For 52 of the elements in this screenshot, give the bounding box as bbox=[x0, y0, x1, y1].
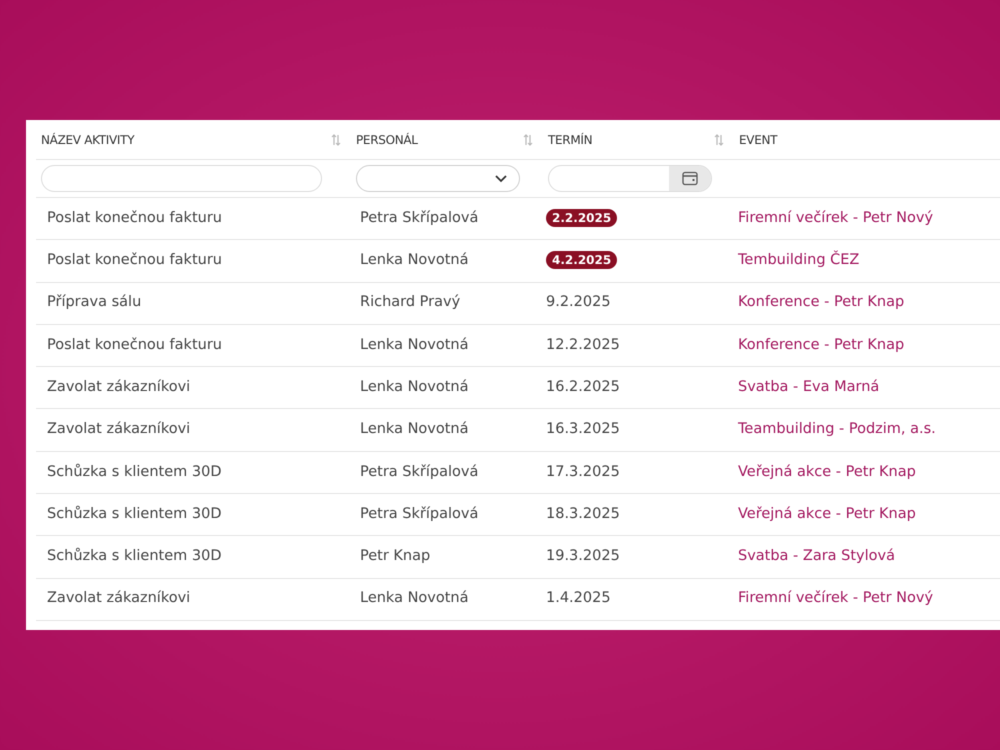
filter-input[interactable] bbox=[41, 165, 322, 192]
calendar-icon bbox=[682, 171, 698, 186]
date-cell: 12.2.2025 bbox=[546, 336, 620, 353]
date-cell: 19.3.2025 bbox=[546, 548, 620, 564]
calendar-button[interactable] bbox=[669, 166, 711, 191]
sort-icon[interactable] bbox=[331, 134, 341, 146]
date-cell: 9.2.2025 bbox=[546, 294, 611, 310]
event-link[interactable]: Konference - Petr Knap bbox=[738, 294, 904, 310]
event-link[interactable]: Firemní večírek - Petr Nový bbox=[738, 210, 934, 226]
date-cell: 18.3.2025 bbox=[546, 506, 620, 522]
activity-cell: Schůzka s klientem 30D bbox=[47, 548, 222, 564]
staff-cell: Petra Skřípalová bbox=[360, 464, 478, 480]
activity-cell: Příprava sálu bbox=[47, 294, 142, 310]
event-link[interactable]: Veřejná akce - Petr Knap bbox=[738, 506, 916, 522]
event-link[interactable]: Svatba - Eva Marná bbox=[738, 378, 880, 395]
event-link[interactable]: Veřejná akce - Petr Knap bbox=[738, 464, 916, 480]
staff-cell: Lenka Novotná bbox=[360, 590, 469, 606]
activity-cell: Zavolat zákazníkovi bbox=[47, 378, 190, 395]
sort-icon[interactable] bbox=[714, 134, 724, 146]
event-link[interactable]: Firemní večírek - Petr Nový bbox=[738, 590, 934, 606]
column-header: TERMÍN bbox=[548, 132, 592, 148]
staff-cell: Petr Knap bbox=[360, 548, 430, 564]
sort-icon[interactable] bbox=[523, 134, 533, 146]
overdue-date-badge: 4.2.2025 bbox=[546, 251, 618, 270]
activity-cell: Poslat konečnou fakturu bbox=[47, 336, 222, 353]
activity-cell: Schůzka s klientem 30D bbox=[47, 464, 222, 480]
date-cell: 16.3.2025 bbox=[546, 421, 620, 438]
activity-cell: Poslat konečnou fakturu bbox=[47, 252, 222, 268]
event-link[interactable]: Tembuilding ČEZ bbox=[738, 252, 860, 268]
event-link[interactable]: Teambuilding - Podzim, a.s. bbox=[738, 421, 936, 438]
staff-cell: Lenka Novotná bbox=[360, 421, 469, 438]
filter-select[interactable] bbox=[356, 165, 520, 192]
staff-cell: Lenka Novotná bbox=[360, 378, 469, 395]
overdue-date-badge: 2.2.2025 bbox=[546, 208, 618, 227]
date-cell: 1.4.2025 bbox=[546, 590, 611, 606]
column-header: PERSONÁL bbox=[356, 132, 418, 148]
column-header: EVENT bbox=[739, 132, 778, 148]
date-cell: 16.2.2025 bbox=[546, 378, 620, 395]
staff-cell: Petra Skřípalová bbox=[360, 506, 478, 522]
activity-cell: Zavolat zákazníkovi bbox=[47, 590, 190, 606]
event-link[interactable]: Konference - Petr Knap bbox=[738, 336, 904, 353]
staff-cell: Richard Pravý bbox=[360, 294, 460, 310]
activity-cell: Schůzka s klientem 30D bbox=[47, 506, 222, 522]
staff-cell: Lenka Novotná bbox=[360, 336, 469, 353]
event-link[interactable]: Svatba - Zara Stylová bbox=[738, 548, 896, 564]
date-cell: 17.3.2025 bbox=[546, 464, 620, 480]
activity-cell: Poslat konečnou fakturu bbox=[47, 210, 222, 226]
column-header: NÁZEV AKTIVITY bbox=[41, 132, 134, 148]
staff-cell: Petra Skřípalová bbox=[360, 210, 478, 226]
activity-cell: Zavolat zákazníkovi bbox=[47, 421, 190, 438]
staff-cell: Lenka Novotná bbox=[360, 252, 469, 268]
chevron-down-icon bbox=[495, 174, 507, 182]
